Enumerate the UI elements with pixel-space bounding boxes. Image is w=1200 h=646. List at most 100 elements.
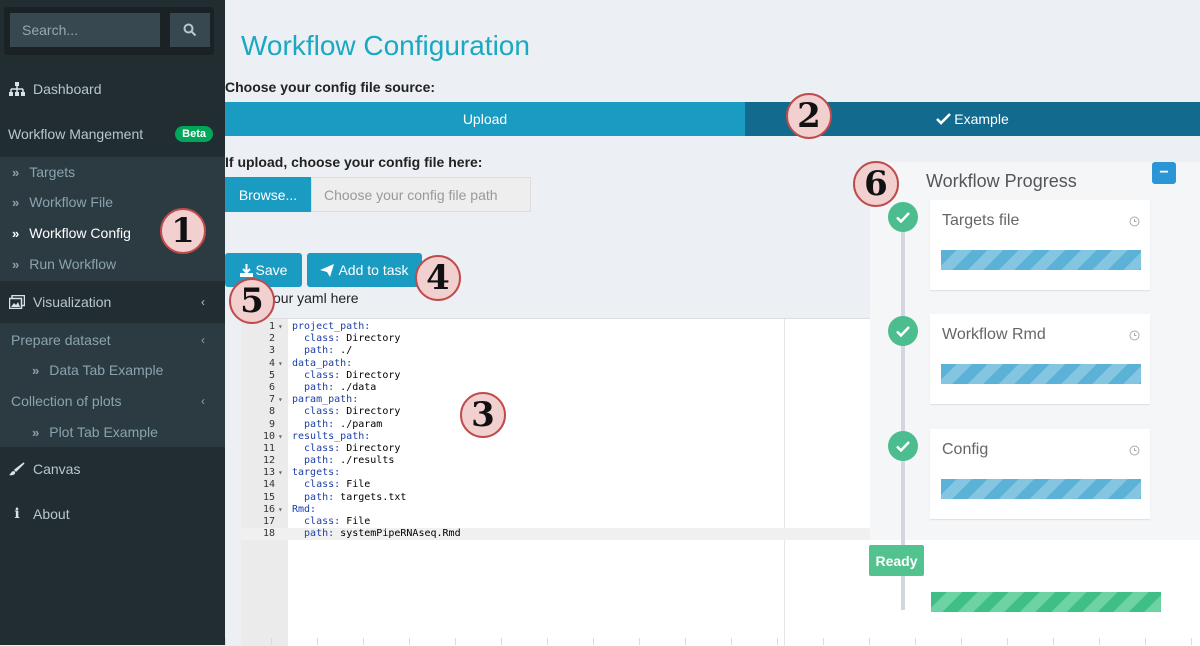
code-text: path: systemPipeRNAseq.Rmd <box>292 528 461 540</box>
line-number: 10 <box>262 430 275 442</box>
code-text: data_path: <box>292 357 353 369</box>
fold-toggle-icon[interactable]: ▾ <box>278 358 283 370</box>
step-progress-bar <box>941 364 1141 384</box>
code-text: path: ./results <box>292 455 395 467</box>
add-to-task-button[interactable]: Add to task <box>307 253 422 287</box>
code-text: param_path: <box>292 394 359 406</box>
ready-badge: Ready <box>869 545 924 576</box>
line-number: 12 <box>262 455 275 467</box>
sidebar-item-label: Run Workflow <box>29 256 117 272</box>
code-text: class: Directory <box>292 442 401 454</box>
check-icon <box>936 113 952 125</box>
visualization-submenu: Prepare dataset ‹ » Data Tab Example Colle… <box>0 323 225 447</box>
images-icon <box>8 295 26 309</box>
check-circle-icon <box>888 316 918 346</box>
sidebar-item-run-workflow[interactable]: » Run Workflow <box>0 249 225 279</box>
sidebar-item-workflow-management[interactable]: Workflow Mangement Beta <box>0 114 225 154</box>
sidebar-search: Search... <box>4 7 214 55</box>
collapse-button[interactable]: − <box>1152 162 1176 184</box>
line-number: 6 <box>268 381 275 393</box>
sidebar-item-about[interactable]: i About <box>0 494 225 534</box>
code-text: targets: <box>292 467 341 479</box>
code-text: path: targets.txt <box>292 491 407 503</box>
sidebar-item-canvas[interactable]: Canvas <box>0 449 225 489</box>
beta-badge: Beta <box>175 126 213 142</box>
chevron-left-icon: ‹ <box>201 295 205 309</box>
step-card-workflow-rmd: Workflow Rmd <box>930 314 1150 404</box>
sidebar-item-data-tab-example[interactable]: » Data Tab Example <box>0 355 225 385</box>
sidebar-item-prepare-dataset[interactable]: Prepare dataset ‹ <box>0 325 225 355</box>
line-number: 18 <box>262 528 275 540</box>
sidebar-item-label: Prepare dataset <box>11 332 111 348</box>
double-chevron-icon: » <box>12 256 20 272</box>
add-to-task-label: Add to task <box>338 262 409 278</box>
page-title: Workflow Configuration <box>241 30 530 61</box>
step-name: Workflow Rmd <box>942 326 1046 343</box>
code-text: class: File <box>292 479 371 491</box>
line-number: 15 <box>262 491 275 503</box>
fold-toggle-icon[interactable]: ▾ <box>278 431 283 443</box>
line-number: 14 <box>262 479 275 491</box>
step-card-targets: Targets file <box>930 200 1150 290</box>
download-icon <box>239 263 253 277</box>
upload-label: If upload, choose your config file here: <box>225 154 483 170</box>
code-text: class: Directory <box>292 333 401 345</box>
save-label: Save <box>255 262 288 278</box>
callout-3: 3 <box>460 392 506 438</box>
fold-toggle-icon[interactable]: ▾ <box>278 504 283 516</box>
code-text: Rmd: <box>292 503 317 515</box>
fold-toggle-icon[interactable]: ▾ <box>278 321 283 333</box>
line-number: 13 <box>262 467 275 479</box>
config-file-path-input[interactable]: Choose your config file path <box>311 177 531 212</box>
callout-2: 2 <box>786 93 832 139</box>
paper-plane-icon <box>320 263 335 277</box>
double-chevron-icon: » <box>12 194 20 210</box>
sidebar-item-label: Workflow Config <box>29 225 131 241</box>
line-number: 9 <box>268 418 275 430</box>
sidebar-item-collection-of-plots[interactable]: Collection of plots ‹ <box>0 386 225 416</box>
example-label: Example <box>954 111 1009 127</box>
code-text: results_path: <box>292 430 371 442</box>
sidebar-item-label: Canvas <box>33 461 81 477</box>
sidebar-item-plot-tab-example[interactable]: » Plot Tab Example <box>0 417 225 447</box>
yaml-hint: our yaml here <box>273 290 359 306</box>
callout-5: 5 <box>229 278 275 324</box>
sidebar-item-visualization[interactable]: Visualization ‹ <box>0 282 225 322</box>
sidebar-item-label: Data Tab Example <box>49 362 164 378</box>
line-number: 7 <box>268 394 275 406</box>
chevron-left-icon: ‹ <box>201 333 205 347</box>
line-number: 17 <box>262 516 275 527</box>
fold-toggle-icon[interactable]: ▾ <box>278 394 283 406</box>
check-circle-icon <box>888 431 918 461</box>
code-text: class: Directory <box>292 369 401 381</box>
fold-toggle-icon[interactable]: ▾ <box>278 467 283 479</box>
sidebar-item-label: Plot Tab Example <box>49 424 158 440</box>
line-number: 16 <box>262 503 275 515</box>
step-name: Targets file <box>942 212 1020 229</box>
paintbrush-icon <box>8 462 26 476</box>
clock-icon <box>1129 214 1140 232</box>
double-chevron-icon: » <box>32 424 40 440</box>
search-input[interactable]: Search... <box>10 13 160 47</box>
overall-progress-bar <box>931 592 1161 612</box>
sidebar-item-label: Collection of plots <box>11 393 122 409</box>
code-text: class: Directory <box>292 406 401 418</box>
line-number: 4 <box>268 357 275 369</box>
upload-label: Upload <box>462 111 508 127</box>
info-icon: i <box>14 506 20 522</box>
check-circle-icon <box>888 202 918 232</box>
sidebar: Search... Dashboard Workflow Mangement B… <box>0 0 225 645</box>
upload-toggle-button[interactable]: Upload <box>225 102 745 136</box>
search-button[interactable] <box>170 13 210 47</box>
sidebar-item-targets[interactable]: » Targets <box>0 157 225 187</box>
callout-1: 1 <box>160 208 206 254</box>
callout-4: 4 <box>415 255 461 301</box>
browse-button[interactable]: Browse... <box>225 177 311 212</box>
bottom-ruler <box>225 638 1200 645</box>
sidebar-item-label: About <box>33 506 70 522</box>
code-text: path: ./param <box>292 418 383 430</box>
sidebar-item-dashboard[interactable]: Dashboard <box>0 69 225 109</box>
step-progress-bar <box>941 250 1141 270</box>
line-number: 2 <box>268 333 275 345</box>
sitemap-icon <box>8 82 26 96</box>
